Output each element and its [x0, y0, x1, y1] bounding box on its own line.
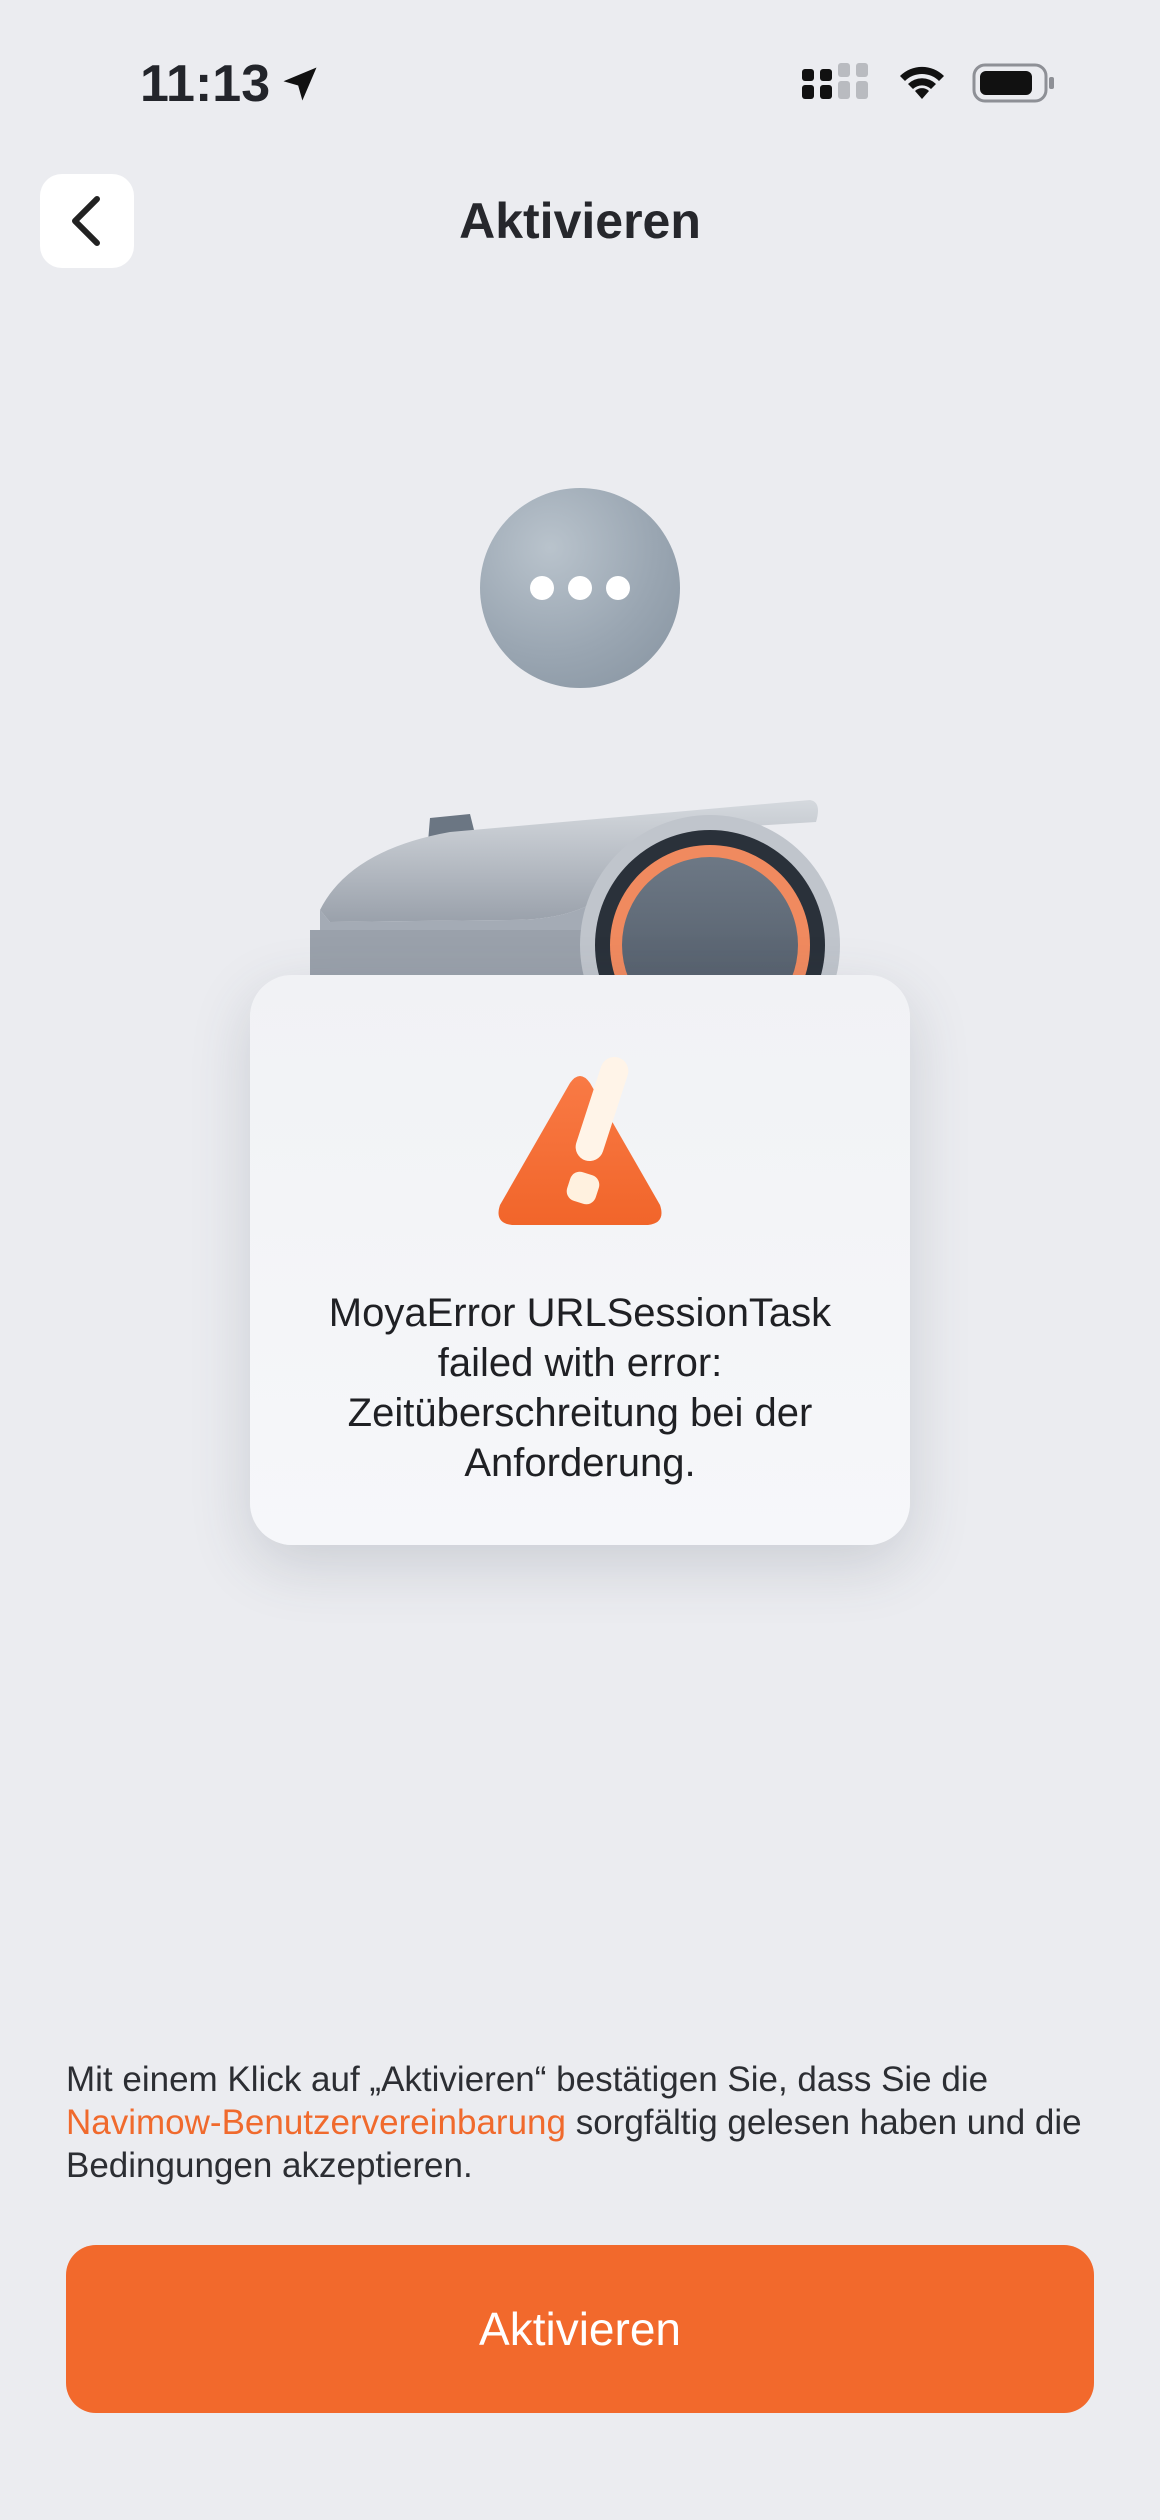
error-dialog: MoyaError URLSessionTask failed with err… [250, 975, 910, 1545]
warning-icon [498, 1056, 662, 1225]
agreement-text-before: Mit einem Klick auf „Aktivieren“ bestäti… [66, 2060, 989, 2099]
cellular-signal-icon [802, 63, 868, 99]
page-title: Aktivieren [459, 193, 701, 249]
dot-icon [530, 576, 554, 600]
agreement-text: Mit einem Klick auf „Aktivieren“ bestäti… [66, 2058, 1094, 2187]
location-arrow-icon [283, 67, 317, 101]
activate-button-label: Aktivieren [479, 2303, 681, 2355]
dot-icon [568, 576, 592, 600]
error-message: MoyaError URLSessionTask failed with err… [328, 1291, 832, 1485]
loading-dots-bubble [480, 488, 680, 688]
activate-button[interactable]: Aktivieren [66, 2245, 1094, 2413]
status-time-text: 11:13 [140, 55, 271, 113]
user-agreement-link[interactable]: Navimow-Benutzervereinbarung [66, 2103, 566, 2142]
wifi-icon [900, 66, 944, 99]
status-time: 11:13 [140, 54, 322, 114]
dot-icon [606, 576, 630, 600]
battery-icon [972, 63, 1054, 103]
status-indicators [802, 62, 1056, 104]
